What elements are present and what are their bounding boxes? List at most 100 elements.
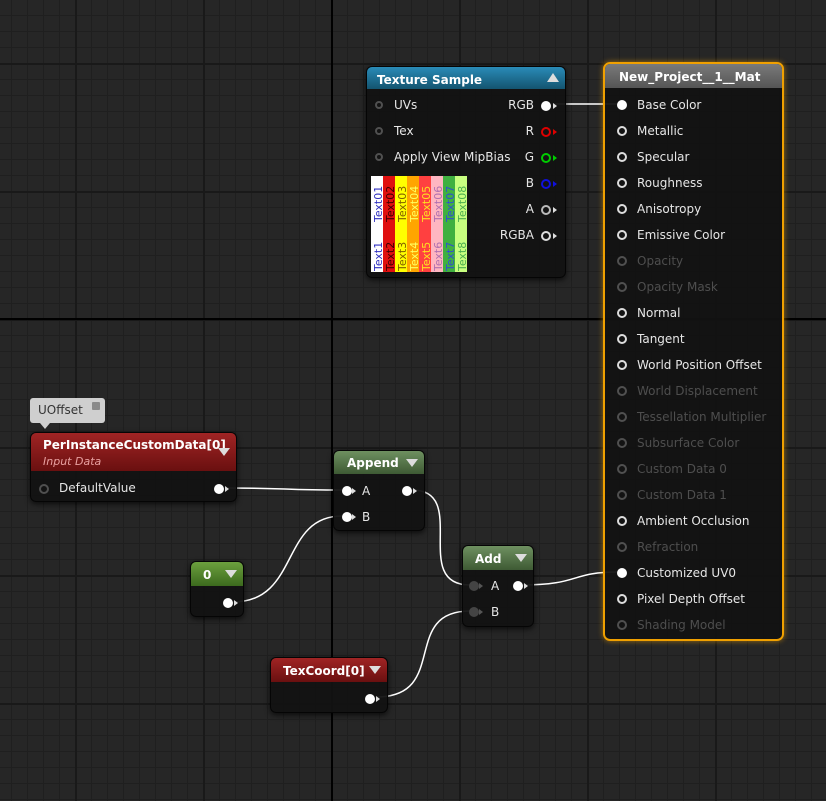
pin-label: Custom Data 0: [637, 462, 727, 476]
pin-icon: [375, 153, 383, 161]
pin-label: Opacity: [637, 254, 684, 268]
pin-label: Tessellation Multiplier: [637, 410, 767, 424]
pin-icon: [617, 334, 627, 344]
comment-label: UOffset: [38, 403, 83, 417]
pin-arrow-icon: [553, 129, 557, 135]
node-title: Add: [475, 552, 502, 566]
pin-arrow-icon: [553, 103, 557, 109]
output-pin-g[interactable]: G: [499, 150, 559, 164]
pin-label: Emissive Color: [637, 228, 726, 242]
pin-label: Anisotropy: [637, 202, 702, 216]
pin-arrow-icon: [553, 181, 557, 187]
output-pin[interactable]: [509, 579, 529, 593]
pin-label: Ambient Occlusion: [637, 514, 750, 528]
pin-icon: [39, 484, 49, 494]
pin-label: Roughness: [637, 176, 703, 190]
pin-icon: [469, 581, 479, 591]
pin-icon: [617, 490, 627, 500]
constant-node[interactable]: 0: [190, 561, 244, 617]
pin-label: Customized UV0: [637, 566, 737, 580]
pin-icon: [617, 178, 627, 188]
collapse-icon[interactable]: [515, 554, 527, 562]
pin-icon: [541, 153, 551, 163]
output-pin[interactable]: [210, 481, 230, 495]
pin-arrow-icon: [524, 583, 528, 589]
add-node[interactable]: Add A B: [462, 545, 534, 627]
pin-label: B: [362, 510, 371, 524]
pin-comment-icon[interactable]: [92, 402, 100, 410]
pin-label: A: [491, 579, 500, 593]
output-pin[interactable]: [398, 484, 418, 498]
pin-icon: [375, 127, 383, 135]
pin-label: Refraction: [637, 540, 699, 554]
pin-icon: [375, 101, 383, 109]
pin-arrow-icon: [479, 583, 483, 589]
node-title-bar: TexCoord[0]: [271, 658, 387, 682]
node-title-bar: New_Project__1__Mat: [605, 64, 782, 88]
pin-label: World Displacement: [637, 384, 758, 398]
output-pin[interactable]: [361, 692, 381, 706]
pin-label: B: [525, 176, 534, 190]
pin-icon: [617, 282, 627, 292]
material-result-node[interactable]: New_Project__1__Mat Base Color Metallic …: [603, 62, 784, 641]
pin-icon: [617, 516, 627, 526]
output-pin-a[interactable]: A: [499, 202, 559, 216]
texture-preview-thumbnail: Text01 Text02 Text03 Text04 Text05 Text0…: [371, 176, 467, 272]
append-node[interactable]: Append A B: [333, 450, 425, 531]
node-title-bar: PerInstanceCustomData[0] Input Data: [31, 433, 236, 471]
pin-label: B: [491, 605, 500, 619]
node-title-bar: Texture Sample: [367, 67, 565, 89]
preview-label: Text08: [456, 185, 467, 222]
pin-label: UVs: [394, 98, 418, 112]
pin-icon: [617, 386, 627, 396]
node-title: Append: [347, 456, 399, 470]
node-title: New_Project__1__Mat: [619, 70, 761, 84]
pin-arrow-icon: [479, 609, 483, 615]
wire-constant-to-append-b: [232, 515, 343, 603]
pin-label: A: [362, 484, 371, 498]
pin-arrow-icon: [352, 488, 356, 494]
pin-label: Opacity Mask: [637, 280, 718, 294]
wire-defaultvalue-to-append-a: [227, 487, 343, 491]
node-title-bar: 0: [191, 562, 243, 586]
collapse-icon[interactable]: [225, 570, 237, 578]
output-pin-rgb[interactable]: RGB: [499, 98, 559, 112]
pin-arrow-icon: [413, 488, 417, 494]
preview-label: Text8: [456, 241, 467, 271]
output-pin[interactable]: [219, 596, 239, 610]
per-instance-custom-data-node[interactable]: PerInstanceCustomData[0] Input Data Defa…: [30, 432, 237, 502]
pin-icon: [617, 594, 627, 604]
pin-icon: [617, 464, 627, 474]
wire-texcoord-to-add-b: [375, 610, 471, 698]
output-pin-rgba[interactable]: RGBA: [499, 228, 559, 242]
collapse-icon[interactable]: [406, 459, 418, 467]
pin-label: R: [525, 124, 534, 138]
pin-icon: [342, 486, 352, 496]
output-pin-b[interactable]: B: [499, 176, 559, 190]
pin-arrow-icon: [225, 486, 229, 492]
node-title: Texture Sample: [377, 73, 483, 87]
pin-icon: [223, 598, 233, 608]
collapse-icon[interactable]: [369, 666, 381, 674]
node-title: TexCoord[0]: [283, 664, 365, 678]
pin-icon: [617, 438, 627, 448]
pin-label: Tangent: [637, 332, 685, 346]
pin-icon: [214, 484, 224, 494]
node-title-bar: Append: [334, 451, 424, 474]
node-subtitle: Input Data: [43, 455, 102, 468]
pin-arrow-icon: [553, 233, 557, 239]
pin-arrow-icon: [352, 514, 356, 520]
pin-label: World Position Offset: [637, 358, 762, 372]
collapse-icon[interactable]: [547, 73, 559, 82]
pin-icon: [513, 581, 523, 591]
comment-bubble[interactable]: UOffset: [30, 398, 105, 429]
pin-label: Specular: [637, 150, 690, 164]
collapse-icon[interactable]: [218, 448, 230, 456]
output-pin-r[interactable]: R: [499, 124, 559, 138]
pin-label: DefaultValue: [59, 481, 136, 495]
pin-arrow-icon: [234, 600, 238, 606]
pin-icon: [469, 607, 479, 617]
pin-label: Tex: [394, 124, 414, 138]
texcoord-node[interactable]: TexCoord[0]: [270, 657, 388, 713]
texture-sample-node[interactable]: Texture Sample UVs Tex Apply View MipBia…: [366, 66, 566, 278]
